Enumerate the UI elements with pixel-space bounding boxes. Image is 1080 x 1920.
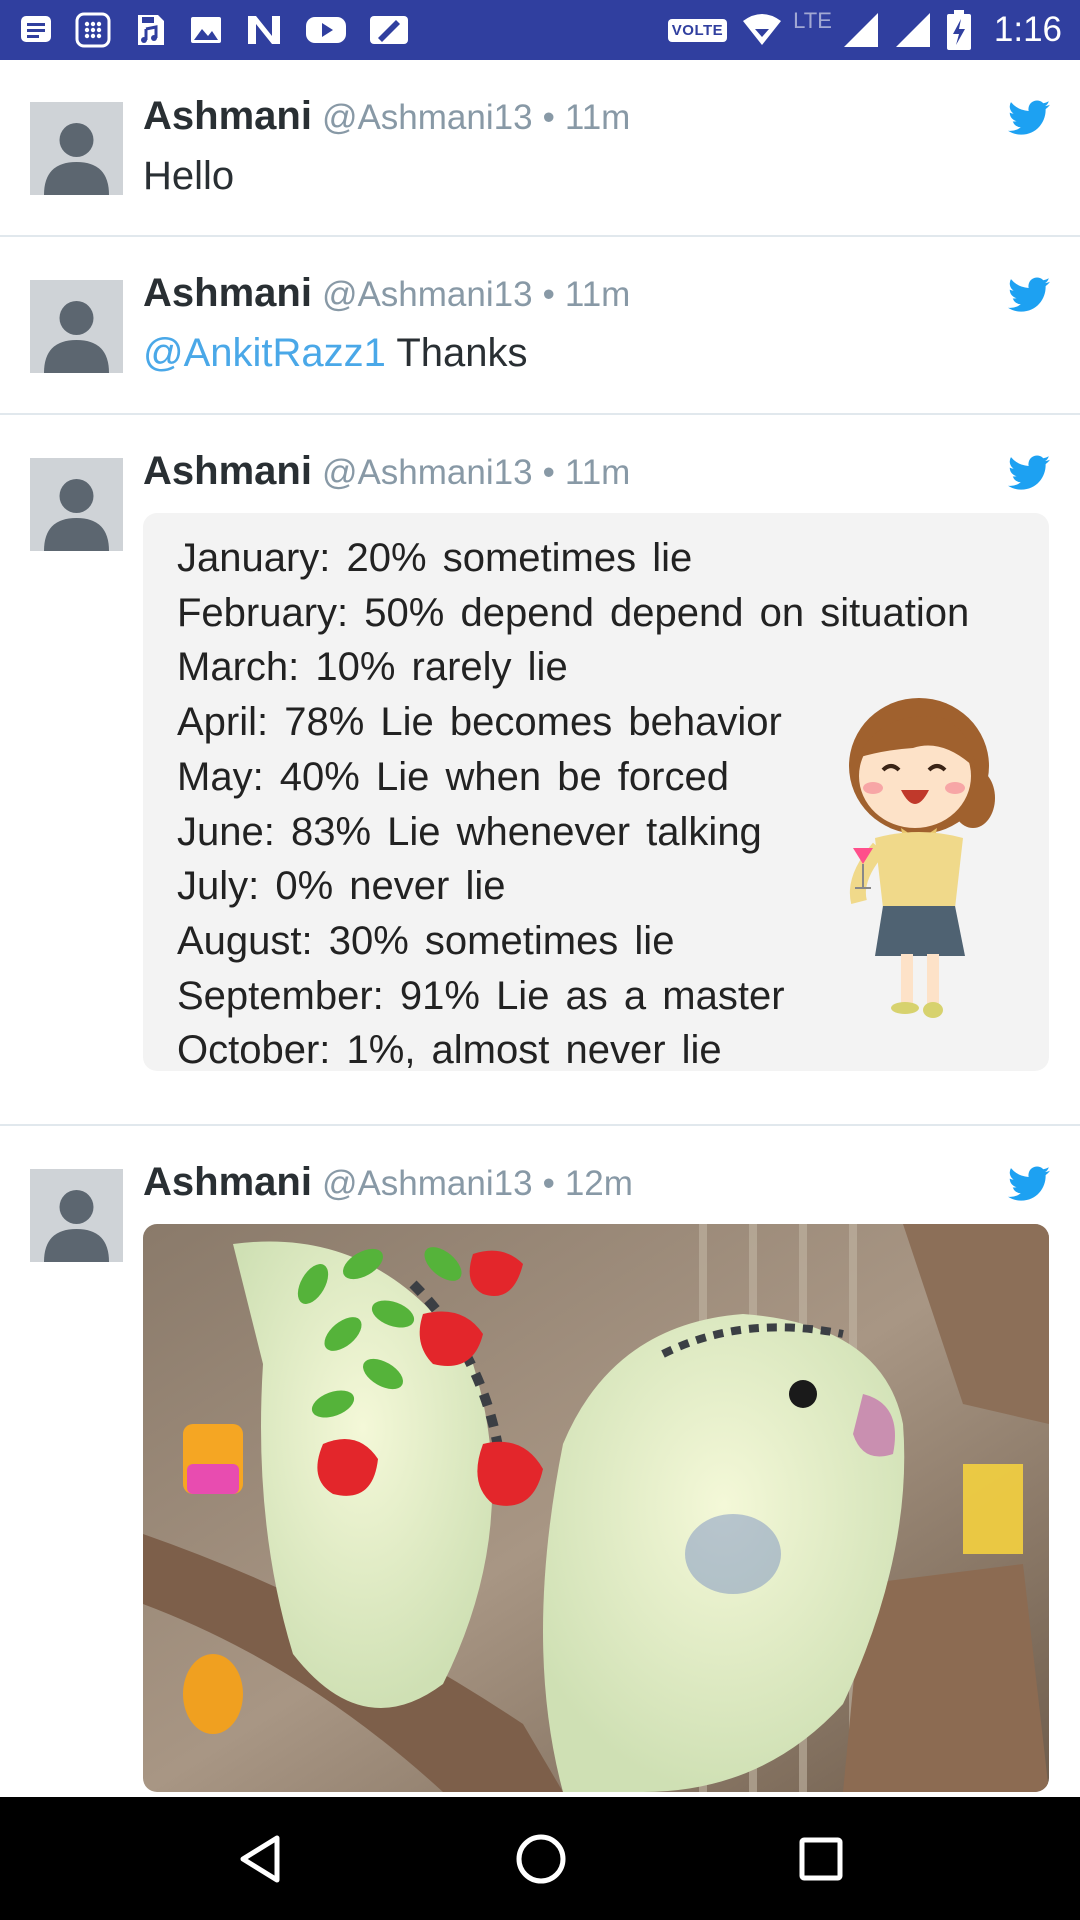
parakeets-image: [143, 1224, 1049, 1792]
tweet-3[interactable]: Ashmani @Ashmani13 • 11m January: 20% so…: [0, 415, 1080, 1126]
signal-icon-2: [895, 13, 930, 47]
tweet-header: Ashmani @Ashmani13 • 12m: [143, 1160, 633, 1205]
avatar[interactable]: [30, 102, 123, 195]
list-item: October: 1%, almost never lie: [177, 1028, 722, 1071]
list-item: March: 10% rarely lie: [177, 645, 568, 690]
system-icons: VOLTE LTE 1:16: [667, 8, 1062, 51]
recents-icon[interactable]: [797, 1835, 845, 1883]
media-icon: [138, 15, 164, 45]
user-name[interactable]: Ashmani: [143, 449, 312, 494]
separator-dot: •: [542, 453, 555, 492]
tweet-feed[interactable]: Ashmani @Ashmani13 • 11m Hello Ashmani @…: [0, 60, 1080, 1797]
avatar[interactable]: [30, 1169, 123, 1262]
tweet-text: Hello: [143, 154, 234, 199]
mention-link[interactable]: @AnkitRazz1: [143, 331, 386, 375]
user-name[interactable]: Ashmani: [143, 271, 312, 316]
user-name[interactable]: Ashmani: [143, 1160, 312, 1205]
default-avatar-icon: [44, 1190, 109, 1262]
avatar[interactable]: [30, 280, 123, 373]
message-icon: [21, 16, 51, 42]
battery-charging-icon: [946, 10, 971, 50]
list-item: January: 20% sometimes lie: [177, 536, 693, 580]
n-app-icon: [248, 16, 280, 44]
tweet-time: 11m: [564, 453, 631, 492]
youtube-icon: [306, 17, 346, 43]
separator-dot: •: [542, 98, 555, 137]
tweet-header: Ashmani @Ashmani13 • 11m: [143, 94, 630, 139]
tweet-2[interactable]: Ashmani @Ashmani13 • 11m @AnkitRazz1 Tha…: [0, 237, 1080, 415]
cartoon-girl-illustration: [849, 698, 995, 1018]
default-avatar-icon: [44, 123, 109, 195]
tweet-body: Hello: [143, 154, 235, 198]
tweet-4[interactable]: Ashmani @Ashmani13 • 12m: [0, 1126, 1080, 1797]
signal-icon-1: [843, 13, 878, 47]
user-handle[interactable]: @Ashmani13: [322, 275, 533, 315]
twitter-bird-icon: [1008, 455, 1050, 490]
tweet-header: Ashmani @Ashmani13 • 11m: [143, 271, 630, 316]
default-avatar-icon: [44, 301, 109, 373]
notification-icons: [18, 11, 430, 49]
list-item: February: 50% depend depend on situation: [177, 590, 970, 635]
status-bar: VOLTE LTE 1:16: [0, 0, 1080, 60]
twitter-bird-icon: [1008, 1166, 1050, 1201]
tweet-image-text-card[interactable]: January: 20% sometimes lie February: 50%…: [143, 513, 1049, 1071]
volte-badge: VOLTE: [667, 18, 728, 42]
user-handle[interactable]: @Ashmani13: [322, 98, 533, 138]
tweet-time: 12m: [564, 1164, 633, 1203]
tweet-time: 11m: [564, 275, 631, 314]
default-avatar-icon: [44, 479, 109, 551]
separator-dot: •: [542, 275, 555, 314]
network-type: LTE: [793, 8, 832, 33]
avatar[interactable]: [30, 458, 123, 551]
navigation-bar: [0, 1797, 1080, 1920]
clock: 1:16: [993, 10, 1062, 49]
calendar-icon: [75, 12, 111, 48]
user-handle[interactable]: @Ashmani13: [322, 453, 533, 493]
user-handle[interactable]: @Ashmani13: [322, 1164, 533, 1204]
tweet-body: Thanks: [396, 331, 528, 375]
tweet-1[interactable]: Ashmani @Ashmani13 • 11m Hello: [0, 60, 1080, 237]
separator-dot: •: [542, 1164, 555, 1203]
image-edit-icon: [370, 16, 408, 44]
tweet-photo-parakeets[interactable]: [143, 1224, 1049, 1792]
tweet-header: Ashmani @Ashmani13 • 11m: [143, 449, 630, 494]
user-name[interactable]: Ashmani: [143, 94, 312, 139]
tweet-time: 11m: [564, 98, 631, 137]
wifi-icon: [743, 14, 782, 45]
gallery-icon: [191, 17, 221, 43]
twitter-bird-icon: [1008, 277, 1050, 312]
twitter-bird-icon: [1008, 100, 1050, 135]
tweet-text: @AnkitRazz1 Thanks: [143, 331, 527, 376]
back-icon[interactable]: [235, 1832, 285, 1886]
home-icon[interactable]: [514, 1832, 568, 1886]
